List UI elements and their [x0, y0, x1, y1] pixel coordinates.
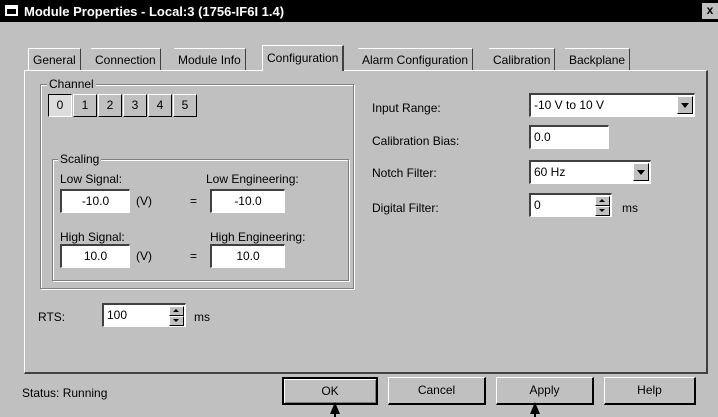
- ok-callout-stem: [334, 412, 336, 417]
- chevron-down-icon[interactable]: [633, 163, 649, 181]
- notch-filter-value: 60 Hz: [534, 165, 566, 179]
- digital-filter-value: 0: [534, 198, 541, 212]
- low-equals-sign: =: [190, 194, 198, 208]
- tab-calibration[interactable]: Calibration: [489, 48, 556, 71]
- input-range-value: -10 V to 10 V: [534, 98, 605, 112]
- channel-button-0[interactable]: 0: [48, 94, 72, 117]
- channel-button-1[interactable]: 1: [73, 94, 97, 117]
- chevron-down-icon[interactable]: [677, 96, 693, 114]
- rts-spinner[interactable]: [169, 306, 184, 326]
- tab-module-info[interactable]: Module Info: [174, 48, 246, 71]
- high-engineering-label: High Engineering:: [210, 230, 306, 244]
- input-range-label: Input Range:: [372, 101, 441, 115]
- help-button[interactable]: Help: [604, 377, 696, 405]
- tab-backplane[interactable]: Backplane: [565, 48, 631, 71]
- tab-general[interactable]: General: [28, 48, 81, 71]
- low-engineering-input[interactable]: -10.0: [210, 189, 285, 213]
- title-bar: Module Properties - Local:3 (1756-IF6I 1…: [0, 0, 718, 22]
- input-range-select[interactable]: -10 V to 10 V: [529, 93, 695, 117]
- channel-button-3[interactable]: 3: [123, 94, 147, 117]
- window-icon[interactable]: [5, 5, 18, 16]
- low-signal-input[interactable]: -10.0: [60, 189, 130, 213]
- calibration-bias-input[interactable]: 0.0: [529, 125, 609, 149]
- spin-up-icon[interactable]: [169, 306, 184, 316]
- high-signal-label: High Signal:: [60, 230, 125, 244]
- high-signal-unit: (V): [136, 249, 152, 263]
- channel-button-5[interactable]: 5: [173, 94, 197, 117]
- ok-button[interactable]: OK: [282, 377, 378, 405]
- digital-filter-unit: ms: [622, 201, 638, 215]
- status-text: Status: Running: [22, 386, 108, 400]
- channel-group-label: Channel: [47, 77, 96, 91]
- apply-button[interactable]: Apply: [496, 377, 594, 405]
- high-equals-sign: =: [190, 249, 198, 263]
- rts-label: RTS:: [38, 310, 66, 324]
- tab-connection[interactable]: Connection: [91, 48, 161, 71]
- high-engineering-input[interactable]: 10.0: [210, 244, 285, 268]
- rts-value: 100: [107, 308, 128, 322]
- module-properties-dialog: Module Properties - Local:3 (1756-IF6I 1…: [0, 0, 718, 417]
- rts-input[interactable]: 100: [102, 303, 186, 327]
- cancel-button[interactable]: Cancel: [388, 377, 486, 405]
- spin-down-icon[interactable]: [169, 316, 184, 326]
- notch-filter-select[interactable]: 60 Hz: [529, 160, 651, 184]
- digital-filter-input[interactable]: 0: [529, 193, 612, 217]
- spin-down-icon[interactable]: [595, 206, 610, 216]
- spin-up-icon[interactable]: [595, 196, 610, 206]
- low-engineering-label: Low Engineering:: [206, 172, 299, 186]
- close-icon[interactable]: x: [702, 3, 718, 19]
- calibration-bias-label: Calibration Bias:: [372, 134, 460, 148]
- window-title: Module Properties - Local:3 (1756-IF6I 1…: [24, 4, 285, 19]
- digital-filter-label: Digital Filter:: [372, 201, 439, 215]
- low-signal-unit: (V): [136, 194, 152, 208]
- notch-filter-label: Notch Filter:: [372, 166, 437, 180]
- rts-unit: ms: [194, 310, 210, 324]
- high-signal-input[interactable]: 10.0: [60, 244, 130, 268]
- scaling-group-label: Scaling: [58, 152, 102, 166]
- apply-callout-stem: [534, 412, 536, 417]
- low-signal-label: Low Signal:: [60, 172, 123, 186]
- tab-configuration[interactable]: Configuration: [262, 45, 345, 71]
- channel-button-2[interactable]: 2: [98, 94, 122, 117]
- tab-alarm-configuration[interactable]: Alarm Configuration: [358, 48, 474, 71]
- channel-button-4[interactable]: 4: [148, 94, 172, 117]
- digital-filter-spinner[interactable]: [595, 196, 610, 216]
